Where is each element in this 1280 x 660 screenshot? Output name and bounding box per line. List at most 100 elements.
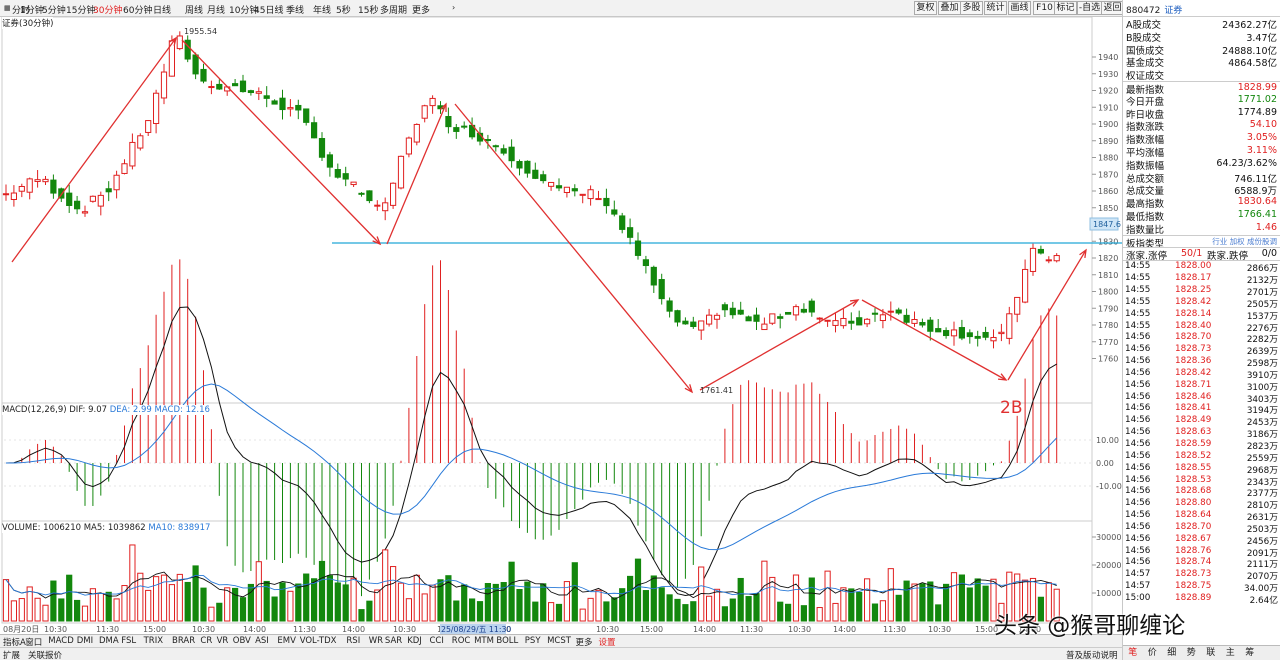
timeframe-5[interactable]: 60分钟 [123, 3, 152, 16]
toolbar-btn-3[interactable]: 统计 [984, 1, 1007, 15]
toolbar-btn-2[interactable]: 多股 [960, 1, 983, 15]
price-tick-label: 1890 [1098, 137, 1118, 146]
toolbar-btn-4[interactable]: 画线 [1008, 1, 1031, 15]
candle-body [318, 138, 326, 158]
tick-row: 14:57 1828.73 2070万 [1123, 569, 1280, 582]
toolbar-grid-icon[interactable]: ▦ [4, 4, 11, 12]
timeframe-1[interactable]: 1分钟 [20, 3, 44, 16]
quote-tab-6[interactable]: 筹 [1240, 646, 1260, 660]
indicator-tab-14[interactable]: RSI [346, 636, 360, 646]
volume-bar [540, 583, 547, 622]
indicator-tab-20[interactable]: MTM [474, 636, 494, 646]
quote-tab-4[interactable]: 联 [1201, 646, 1221, 660]
indicator-tab-18[interactable]: CCI [430, 636, 444, 646]
quote-tab-1[interactable]: 价 [1143, 646, 1163, 660]
quote-stats: A股成交 24362.27亿 B股成交 3.47亿 国债成交 24888.10亿 基金成交 4… [1123, 17, 1280, 250]
volume-bar [832, 602, 839, 622]
candle-body [1053, 255, 1060, 262]
timeframe-3[interactable]: 15分钟 [66, 3, 95, 16]
timeframe-10[interactable]: 45日线 [254, 3, 283, 16]
macd-tick-label: 0.00 [1096, 459, 1114, 468]
volume-bar [840, 587, 847, 622]
volume-bar [737, 577, 744, 622]
indicator-tab-12[interactable]: EMV [277, 636, 296, 646]
timeframe-13[interactable]: 5秒 [336, 3, 351, 16]
timeframe-8[interactable]: 月线 [207, 3, 225, 16]
quote-tab-0[interactable]: 笔 [1123, 646, 1143, 660]
indicator-tab-5[interactable]: FSL [121, 636, 136, 646]
status-expand[interactable]: 扩展 [3, 649, 20, 660]
candle-body [34, 179, 41, 182]
indicator-tab-10[interactable]: OBV [233, 636, 251, 646]
tick-row: 14:56 1828.67 2456万 [1123, 533, 1280, 547]
quote-tab-5[interactable]: 主 [1221, 646, 1241, 660]
toolbar-btn-7[interactable]: -自选 [1077, 1, 1102, 15]
indicator-tab-15[interactable]: WR [369, 636, 383, 646]
quote-row-value: 1766.41 [1237, 208, 1277, 220]
volume-bar [713, 588, 721, 622]
candle-body [271, 100, 278, 105]
indicator-tab-17[interactable]: KDJ [407, 636, 422, 646]
indicator-tab-13[interactable]: VOL-TDX [300, 636, 337, 646]
price-tick-label: 1780 [1098, 321, 1118, 330]
indicator-tab-22[interactable]: PSY [525, 636, 541, 646]
volume-bar [311, 578, 318, 622]
indicator-tab-19[interactable]: ROC [452, 636, 471, 646]
indicator-tab-11[interactable]: ASI [255, 636, 269, 646]
toolbar-btn-1[interactable]: 叠加 [938, 1, 961, 15]
macd-tick-label: 10.00 [1096, 436, 1119, 445]
tick-row: 15:00 1828.89 2.64亿 [1123, 593, 1280, 606]
status-linked-quote[interactable]: 关联报价 [28, 649, 62, 660]
indicator-tab-23[interactable]: MCST [547, 636, 571, 646]
volume-title: VOLUME: 1006210 [2, 523, 82, 533]
volume-bar [919, 583, 926, 622]
quote-tab-3[interactable]: 势 [1182, 646, 1202, 660]
candle-body [50, 179, 57, 194]
indicator-tab-6[interactable]: TRIX [144, 636, 163, 646]
quote-header: 880472 证券 [1123, 0, 1280, 17]
indicator-tab-3[interactable]: DMI [77, 636, 93, 646]
candle-body [524, 160, 531, 174]
tick-row: 14:56 1828.70 2282万 [1123, 332, 1280, 345]
indicator-tab-8[interactable]: CR [200, 636, 212, 646]
chevron-right-icon[interactable]: › [452, 3, 455, 12]
toolbar-btn-5[interactable]: F10 [1033, 1, 1056, 15]
indicator-tab-7[interactable]: BRAR [172, 636, 195, 646]
timeframe-12[interactable]: 年线 [313, 3, 331, 16]
indicator-tab-21[interactable]: BOLL [496, 636, 518, 646]
candle-body [160, 71, 168, 99]
quote-row-value: 64.23/3.62% [1216, 157, 1277, 169]
timeframe-6[interactable]: 日线 [153, 3, 171, 16]
x-axis-label: 14:00 [342, 625, 365, 634]
timeframe-16[interactable]: 更多 [412, 3, 430, 16]
candle-body [871, 312, 879, 315]
timeframe-15[interactable]: 多周期 [380, 3, 407, 16]
volume-bar [856, 591, 863, 622]
timeframe-2[interactable]: 5分钟 [42, 3, 66, 16]
macd-legend: MACD(12,26,9) DIF: 9.07 DEA: 2.99 MACD: … [2, 405, 210, 415]
indicator-tab-9[interactable]: VR [217, 636, 229, 646]
status-help[interactable]: 动说明 [1092, 649, 1118, 660]
indicator-tab-4[interactable]: DMA [99, 636, 119, 646]
timeframe-4[interactable]: 30分钟 [93, 3, 122, 16]
candle-body [10, 192, 17, 201]
tick-price: 1828.73 [1175, 344, 1212, 355]
candle-body [358, 192, 365, 195]
volume-bar [966, 587, 973, 622]
volume-bar [627, 575, 634, 622]
toolbar-btn-6[interactable]: 标记 [1054, 1, 1077, 15]
candle-body [990, 336, 997, 342]
toolbar-btn-8[interactable]: 返回 [1101, 1, 1124, 15]
indicator-tab-2[interactable]: MACD [48, 636, 73, 646]
candle-body [658, 279, 665, 300]
indicator-tab-16[interactable]: SAR [385, 636, 402, 646]
timeframe-14[interactable]: 15秒 [358, 3, 378, 16]
quote-tab-2[interactable]: 细 [1162, 646, 1182, 660]
timeframe-7[interactable]: 周线 [185, 3, 203, 16]
toolbar-btn-0[interactable]: 复权 [914, 1, 937, 15]
tick-time: 14:56 [1125, 533, 1151, 544]
volume-bar [555, 603, 563, 622]
timeframe-11[interactable]: 季线 [286, 3, 304, 16]
volume-bar [903, 580, 910, 622]
candle-body [832, 320, 839, 326]
